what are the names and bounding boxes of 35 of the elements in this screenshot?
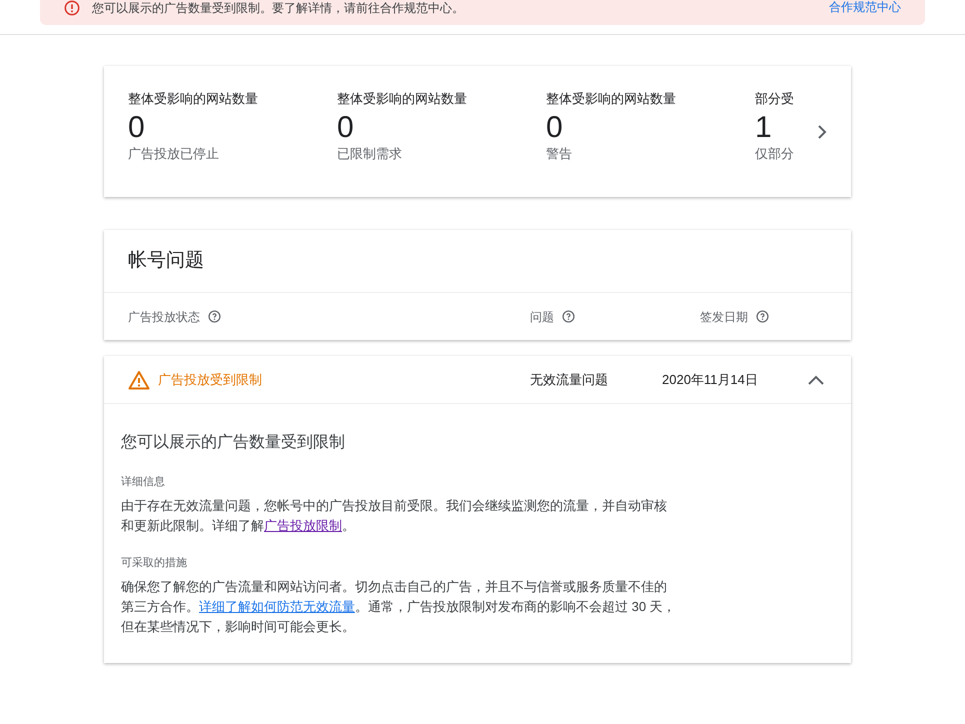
metric-caption: 广告投放已停止 xyxy=(128,146,220,162)
metric-label: 部分受 xyxy=(755,90,795,108)
help-icon[interactable] xyxy=(208,310,221,323)
issue-date: 2020年11月14日 xyxy=(662,370,759,389)
issue-text: 无效流量问题 xyxy=(530,370,609,389)
section-text: 确保您了解您的广告流量和网站访问者。切勿点击自己的广告，并且不与信誉或服务质量不佳的第三方合作。详细了解如何防范无效流量。通常，广告投放限制对发布商的影响不会超过 30 天，但在某些情况下，影响时间可能会更长。 xyxy=(121,578,677,636)
issue-heading: 您可以展示的广告数量受到限制 xyxy=(121,432,346,453)
policy-center-link[interactable]: 合作规范中心 xyxy=(829,0,901,14)
card-title: 帐号问题 xyxy=(128,248,204,273)
chevron-up-icon xyxy=(808,374,824,384)
metric-value: 0 xyxy=(546,110,563,146)
metric-caption: 已限制需求 xyxy=(337,146,403,162)
metric-value: 0 xyxy=(128,110,145,146)
section-title: 可采取的措施 xyxy=(121,556,188,571)
help-icon[interactable] xyxy=(756,310,769,323)
section-title: 详细信息 xyxy=(121,475,166,490)
alert-message: 您可以展示的广告数量受到限制。要了解详情，请前往合作规范中心。 xyxy=(92,1,464,15)
metric-label: 整体受影响的网站数量 xyxy=(128,90,259,108)
metric-value: 0 xyxy=(337,110,354,146)
metric-caption: 仅部分 xyxy=(755,146,795,162)
help-icon[interactable] xyxy=(562,310,575,323)
help-link[interactable]: 广告投放限制 xyxy=(264,518,342,533)
column-header: 问题 xyxy=(530,308,554,326)
metric-label: 整体受影响的网站数量 xyxy=(337,90,468,108)
help-link[interactable]: 详细了解如何防范无效流量 xyxy=(199,599,355,614)
warning-icon xyxy=(128,370,150,390)
error-icon xyxy=(64,0,80,16)
column-header: 签发日期 xyxy=(700,308,748,326)
column-header: 广告投放状态 xyxy=(128,308,200,326)
chevron-right-icon xyxy=(817,124,827,140)
metric-label: 整体受影响的网站数量 xyxy=(546,90,677,108)
section-text: 由于存在无效流量问题，您帐号中的广告投放目前受限。我们会继续监测您的流量，并自动审核和更新此限制。详细了解广告投放限制。 xyxy=(121,497,668,535)
metric-caption: 警告 xyxy=(546,146,573,162)
status-text: 广告投放受到限制 xyxy=(158,370,262,389)
metric-value: 1 xyxy=(755,110,772,146)
